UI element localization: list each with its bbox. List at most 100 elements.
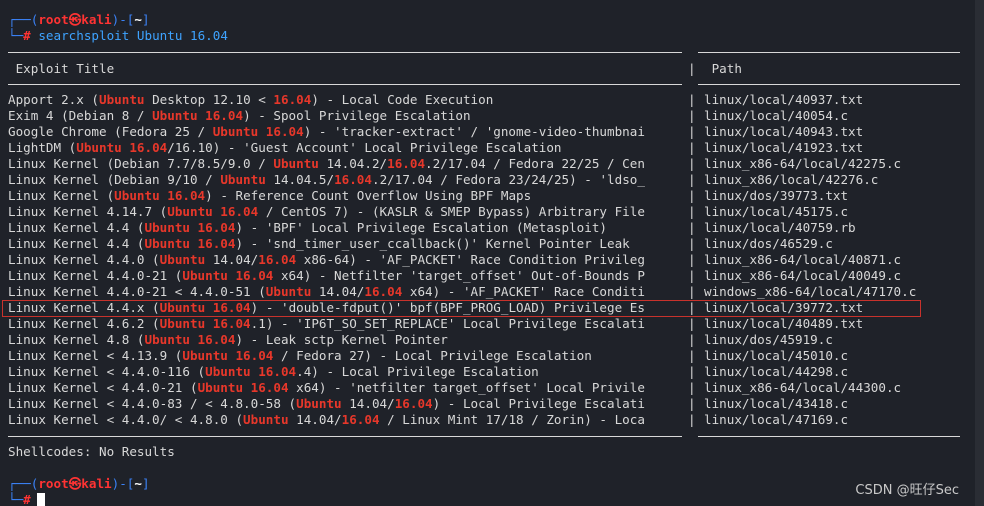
table-rule-bottom-left [8, 436, 682, 437]
title-segment: /16.10) - 'Guest Account' Local Privileg… [167, 140, 562, 155]
column-separator: | [688, 220, 696, 235]
title-segment: 16.04 [387, 156, 426, 171]
title-segment: .4) - Local Privilege Escalation [296, 364, 539, 379]
table-rule-bottom-right [698, 436, 960, 437]
column-separator: | [688, 332, 696, 347]
prompt-user: root [38, 12, 69, 27]
title-segment: Linux Kernel 4.6.2 ( [8, 316, 160, 331]
column-separator: | [688, 108, 696, 123]
prompt2-path: ~ [134, 476, 142, 491]
path-header: Path [704, 61, 742, 76]
column-separator: | [688, 364, 696, 379]
title-segment: Linux Kernel 4.14.7 ( [8, 204, 168, 219]
prompt2-open: ┌──( [8, 476, 39, 491]
exploit-title: Linux Kernel 4.4.0-21 < 4.4.0-51 (Ubuntu… [8, 284, 682, 300]
title-segment: Linux Kernel 4.8 ( [8, 332, 145, 347]
title-segment: 14.04/ [341, 396, 395, 411]
title-segment: Linux Kernel < 4.4.0-21 ( [8, 380, 198, 395]
title-segment: 16.04 [394, 396, 433, 411]
column-separator: | [688, 188, 696, 203]
title-segment: 14.04.2/ [318, 156, 388, 171]
exploit-path: linux/local/41923.txt [704, 140, 864, 155]
exploit-path: linux/dos/39773.txt [704, 188, 849, 203]
prompt-at: ㉿ [68, 12, 82, 27]
command-line: └─# searchsploit Ubuntu 16.04 [8, 28, 228, 44]
exploit-path: linux_x86-64/local/40049.c [704, 268, 902, 283]
prompt-mid: )-[ [111, 12, 135, 27]
text-cursor[interactable] [36, 493, 45, 506]
title-segment: .2/17.04 / Fedora 22/25 / Cen [425, 156, 645, 171]
terminal-window[interactable]: ┌──(root㉿kali)-[~] └─# searchsploit Ubun… [0, 0, 975, 506]
title-segment: Ubuntu 16.04 [205, 364, 297, 379]
title-segment: Exim 4 (Debian 8 / [8, 108, 153, 123]
exploit-title: Linux Kernel (Ubuntu 16.04) - Reference … [8, 188, 682, 204]
prompt-line-1: ┌──(root㉿kali)-[~] [8, 12, 150, 28]
title-segment: x86-64) - 'AF_PACKET' Race Condition Pri… [296, 252, 645, 267]
title-segment: ) - Local Code Execution [311, 92, 494, 107]
title-segment: Apport 2.x ( [8, 92, 99, 107]
column-separator: | [688, 412, 696, 427]
column-separator: | [688, 92, 696, 107]
title-segment: .1) - 'IP6T_SO_SET_REPLACE' Local Privil… [250, 316, 645, 331]
column-separator: | [688, 156, 696, 171]
title-segment: Linux Kernel 4.4.0 ( [8, 252, 160, 267]
column-separator: | [688, 348, 696, 363]
title-segment: Linux Kernel (Debian 7.7/8.5/9.0 / [8, 156, 274, 171]
title-segment: 16.04 [364, 284, 403, 299]
scrollbar[interactable] [975, 0, 984, 506]
title-segment: ) - 'tracker-extract' / 'gnome-video-thu… [303, 124, 645, 139]
shellcodes-result: Shellcodes: No Results [8, 444, 175, 459]
title-segment: Linux Kernel ( [8, 188, 115, 203]
title-segment: Ubuntu 16.04 [114, 188, 206, 203]
title-segment: 14.04/ [205, 252, 259, 267]
title-segment: Ubuntu [159, 252, 206, 267]
exploit-path: linux_x86-64/local/42275.c [704, 156, 902, 171]
title-segment: Ubuntu 16.04 [159, 316, 251, 331]
title-segment: LightDM ( [8, 140, 77, 155]
title-segment: Ubuntu 16.04 [144, 220, 236, 235]
prompt-second: └─ [8, 28, 24, 43]
title-segment: ) - 'snd_timer_user_ccallback()' Kernel … [235, 236, 630, 251]
column-separator: | [688, 284, 696, 299]
exploit-path: linux/dos/46529.c [704, 236, 833, 251]
title-segment: x64) - 'netfilter target_offset' Local P… [288, 380, 645, 395]
exploit-title: Linux Kernel < 4.4.0-21 (Ubuntu 16.04 x6… [8, 380, 682, 396]
command-text: searchsploit Ubuntu 16.04 [30, 28, 228, 43]
title-segment: 16.04 [258, 252, 297, 267]
column-separator: | [688, 396, 696, 411]
title-segment: Ubuntu [243, 412, 289, 427]
exploit-title-header: Exploit Title [8, 61, 115, 76]
title-segment: Ubuntu [220, 172, 266, 187]
title-segment: ) - Leak sctp Kernel Pointer [235, 332, 448, 347]
exploit-title: Linux Kernel < 4.4.0-116 (Ubuntu 16.04.4… [8, 364, 682, 380]
exploit-title: Linux Kernel < 4.4.0/ < 4.8.0 (Ubuntu 14… [8, 412, 682, 428]
table-rule-header-right [698, 84, 960, 85]
column-separator: | [688, 268, 696, 283]
exploit-title: Linux Kernel 4.4 (Ubuntu 16.04) - 'snd_t… [8, 236, 682, 252]
exploit-path: linux_x86-64/local/40871.c [704, 252, 902, 267]
exploit-title: LightDM (Ubuntu 16.04/16.10) - 'Guest Ac… [8, 140, 682, 156]
column-separator: | [688, 61, 696, 76]
title-segment: ) - Spool Privilege Escalation [243, 108, 471, 123]
prompt-hash: # [23, 28, 31, 43]
watermark: CSDN @旺仔Sec [855, 483, 959, 498]
title-segment: Linux Kernel (Debian 9/10 / [8, 172, 221, 187]
exploit-path: linux/local/40489.txt [704, 316, 864, 331]
title-segment: Linux Kernel < 4.4.0-83 / < 4.8.0-58 ( [8, 396, 297, 411]
prompt2-second: └─ [8, 492, 24, 506]
title-segment: Ubuntu 16.04 [182, 268, 274, 283]
exploit-title: Linux Kernel 4.6.2 (Ubuntu 16.04.1) - 'I… [8, 316, 682, 332]
exploit-path: linux/local/40054.c [704, 108, 849, 123]
prompt2-user: root [38, 476, 69, 491]
exploit-path: linux/local/47169.c [704, 412, 849, 427]
prompt2-hash: # [23, 492, 31, 506]
title-segment: Ubuntu 16.04 [144, 236, 236, 251]
input-line[interactable]: └─# [8, 492, 45, 506]
title-segment: Ubuntu [99, 92, 145, 107]
title-segment: Ubuntu 16.04 [167, 204, 259, 219]
title-segment: 16.04 [334, 172, 372, 187]
title-segment: x64) - 'AF_PACKET' Race Conditi [402, 284, 645, 299]
title-segment: Ubuntu [296, 396, 342, 411]
title-segment: Ubuntu [273, 156, 319, 171]
title-segment: Ubuntu 16.04 [197, 380, 289, 395]
